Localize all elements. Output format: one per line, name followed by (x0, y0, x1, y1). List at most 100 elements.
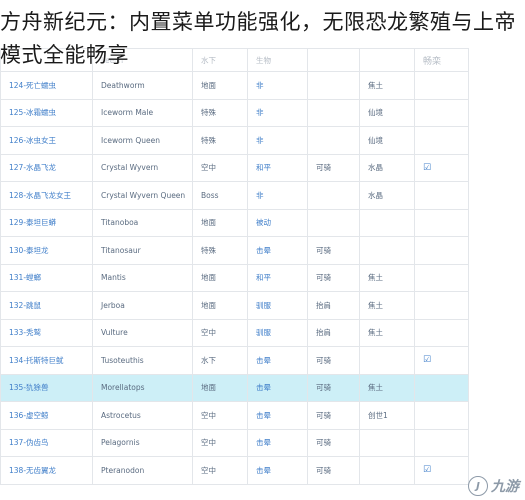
table-row[interactable]: 133-秃鹫Vulture空中驯服抬肩焦土70 (0, 318, 525, 347)
cell-english-name: Jerboa (92, 291, 193, 320)
cell-english-name: Iceworm Male (92, 98, 193, 127)
cell-map: 焦土 (359, 318, 415, 347)
cell-rideable: 可骑 (307, 346, 360, 375)
cell-habitat: 地面 (192, 373, 248, 402)
cell-taming-method: 驯服 (247, 318, 308, 347)
cell-taming-method: 非 (247, 181, 308, 210)
cell-creature-id: 130-泰坦龙 (0, 236, 93, 265)
table-row[interactable]: 134-托斯特巨鱿Tusoteuthis水下击晕可骑☑1500 (0, 346, 525, 375)
cell-creature-id: 133-秃鹫 (0, 318, 93, 347)
cell-taming-method: 和平 (247, 153, 308, 182)
cell-creature-id: 127-水晶飞龙 (0, 153, 93, 182)
cell-rideable (307, 126, 360, 155)
cell-english-name: Crystal Wyvern (92, 153, 193, 182)
cell-creature-id: 134-托斯特巨鱿 (0, 346, 93, 375)
cell-creature-id: 132-跳鼠 (0, 291, 93, 320)
table-row[interactable]: 125-冰霜蠕虫Iceworm Male特殊非仙境1000 (0, 98, 525, 127)
cell-habitat: Boss (192, 181, 248, 210)
cell-taming-method: 非 (247, 98, 308, 127)
cell-english-name: Morellatops (92, 373, 193, 402)
cell-taming-method: 击晕 (247, 428, 308, 457)
cell-checkbox (414, 181, 469, 210)
cell-map: 仙境 (359, 126, 415, 155)
cell-map: 仙境 (359, 98, 415, 127)
table-row[interactable]: 128-水晶飞龙女王Crystal Wyvern QueenBoss非水晶111… (0, 181, 525, 210)
table-row[interactable]: 129-泰坦巨蟒Titanoboa地面被动110 (0, 208, 525, 237)
table-row[interactable]: 132-跳鼠Jerboa地面驯服抬肩焦土50 (0, 291, 525, 320)
cell-checkbox (414, 428, 469, 457)
cell-english-name: Mantis (92, 263, 193, 292)
cell-creature-id: 124-死亡蠕虫 (0, 71, 93, 100)
cell-checkbox (414, 71, 469, 100)
cell-habitat: 特殊 (192, 98, 248, 127)
table-row[interactable]: 124-死亡蠕虫Deathworm地面非焦土1000 (0, 71, 525, 100)
table-row[interactable]: 131-螳螂Mantis地面和平可骑焦土200 (0, 263, 525, 292)
cell-checkbox (414, 373, 469, 402)
cell-rideable: 可骑 (307, 153, 360, 182)
cell-english-name: Titanosaur (92, 236, 193, 265)
cell-english-name: Vulture (92, 318, 193, 347)
cell-map (359, 346, 415, 375)
cell-map (359, 456, 415, 485)
cell-habitat: 空中 (192, 153, 248, 182)
table-row[interactable]: 137-伪齿鸟Pelagornis空中击晕可骑120 (0, 428, 525, 457)
cell-checkbox: ☑ (414, 153, 469, 182)
cell-creature-id: 126-冰虫女王 (0, 126, 93, 155)
table-row[interactable]: 127-水晶飞龙Crystal Wyvern空中和平可骑水晶☑416 (0, 153, 525, 182)
table-row[interactable]: 138-无齿翼龙Pteranodon空中击晕可骑☑120 (0, 456, 525, 485)
cell-creature-id: 128-水晶飞龙女王 (0, 181, 93, 210)
table-row[interactable]: 135-犰狳兽Morellatops地面击晕可骑焦土300 (0, 373, 525, 402)
watermark-logo-icon: J (468, 476, 488, 496)
table-row[interactable]: 126-冰虫女王Iceworm Queen特殊非仙境1000 (0, 126, 525, 155)
cell-creature-id: 137-伪齿鸟 (0, 428, 93, 457)
cell-rideable: 可骑 (307, 263, 360, 292)
cell-checkbox (414, 126, 469, 155)
article-headline: 方舟新纪元：内置菜单功能强化，无限恐龙繁殖与上帝模式全能畅享 (0, 10, 516, 67)
cell-creature-id: 136-虚空鲸 (0, 401, 93, 430)
cell-checkbox (414, 236, 469, 265)
cell-map (359, 428, 415, 457)
cell-habitat: 空中 (192, 428, 248, 457)
watermark-text: 九游 (491, 479, 519, 495)
cell-map: 焦土 (359, 71, 415, 100)
cell-rideable: 可骑 (307, 456, 360, 485)
cell-habitat: 空中 (192, 318, 248, 347)
cell-taming-method: 击晕 (247, 373, 308, 402)
cell-rideable: 抬肩 (307, 318, 360, 347)
cell-rideable: 抬肩 (307, 291, 360, 320)
cell-creature-id: 135-犰狳兽 (0, 373, 93, 402)
site-watermark: J 九游 (468, 476, 519, 496)
cell-habitat: 空中 (192, 401, 248, 430)
cell-checkbox (414, 263, 469, 292)
cell-map: 水晶 (359, 153, 415, 182)
cell-taming-method: 驯服 (247, 291, 308, 320)
cell-map (359, 208, 415, 237)
cell-rideable (307, 71, 360, 100)
cell-taming-method: 和平 (247, 263, 308, 292)
cell-checkbox (414, 208, 469, 237)
cell-taming-method: 被动 (247, 208, 308, 237)
cell-map: 水晶 (359, 181, 415, 210)
cell-taming-method: 非 (247, 126, 308, 155)
cell-rideable (307, 98, 360, 127)
cell-english-name: Iceworm Queen (92, 126, 193, 155)
cell-creature-id: 131-螳螂 (0, 263, 93, 292)
cell-map (359, 236, 415, 265)
cell-checkbox: ☑ (414, 456, 469, 485)
cell-habitat: 空中 (192, 456, 248, 485)
cell-checkbox (414, 318, 469, 347)
cell-english-name: Tusoteuthis (92, 346, 193, 375)
cell-map: 创世1 (359, 401, 415, 430)
table-row[interactable]: 130-泰坦龙Titanosaur特殊击晕可骑3000 (0, 236, 525, 265)
cell-map: 焦土 (359, 373, 415, 402)
cell-checkbox (414, 98, 469, 127)
cell-taming-method: 击晕 (247, 401, 308, 430)
cell-map: 焦土 (359, 291, 415, 320)
cell-checkbox (414, 291, 469, 320)
cell-rideable: 可骑 (307, 236, 360, 265)
cell-english-name: Crystal Wyvern Queen (92, 181, 193, 210)
cell-checkbox: ☑ (414, 346, 469, 375)
table-row[interactable]: 136-虚空鲸Astrocetus空中击晕可骑创世14000 (0, 401, 525, 430)
cell-map: 焦土 (359, 263, 415, 292)
cell-creature-id: 138-无齿翼龙 (0, 456, 93, 485)
